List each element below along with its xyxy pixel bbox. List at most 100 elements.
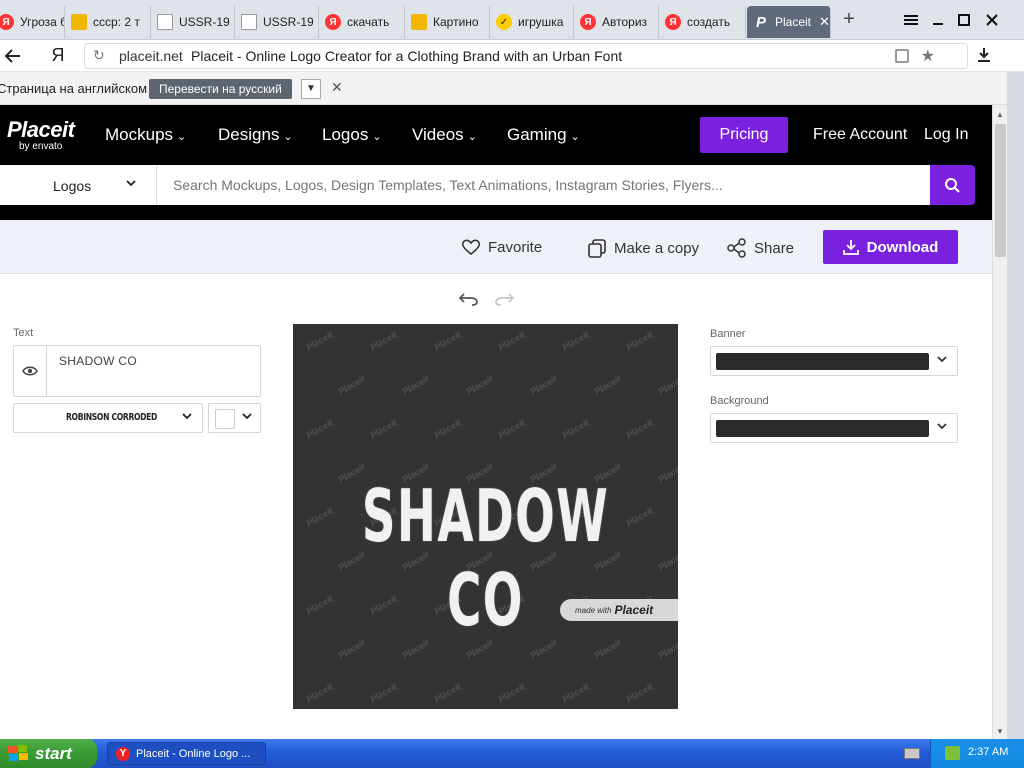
color-swatch bbox=[215, 409, 235, 429]
watermark-text: Placeit bbox=[304, 417, 335, 441]
chevron-down-icon bbox=[182, 411, 192, 423]
yandex-browser-icon: Y bbox=[116, 746, 130, 761]
browser-tab-active[interactable]: P Placeit ✕ bbox=[747, 6, 831, 38]
chevron-down-icon: ⌄ bbox=[467, 131, 477, 143]
login-link[interactable]: Log In bbox=[924, 126, 968, 144]
browser-tab-strip: Я Угроза б ссср: 2 т USSR-19 USSR-19 Я с… bbox=[0, 0, 1024, 40]
background-color-select[interactable] bbox=[710, 413, 958, 443]
browser-tab[interactable]: Я Угроза б bbox=[0, 6, 65, 38]
maximize-icon[interactable] bbox=[953, 10, 975, 30]
browser-tab[interactable]: USSR-19 bbox=[151, 6, 235, 38]
favorite-button[interactable]: Favorite bbox=[461, 238, 542, 256]
redo-icon[interactable] bbox=[494, 290, 515, 311]
scroll-up-icon[interactable]: ▲ bbox=[996, 110, 1004, 119]
address-bar[interactable]: ↻ placeit.net Placeit - Online Logo Crea… bbox=[84, 43, 968, 69]
text-color-select[interactable] bbox=[208, 403, 261, 433]
yandex-button[interactable]: Я bbox=[48, 44, 68, 66]
windows-taskbar: start Y Placeit - Online Logo ... 2:37 A… bbox=[0, 739, 1024, 768]
clock: 2:37 AM bbox=[968, 746, 1009, 758]
watermark-text: Placeit bbox=[464, 373, 495, 397]
translate-close-icon[interactable]: ✕ bbox=[331, 79, 343, 96]
watermark-text: Placeit bbox=[496, 329, 527, 353]
undo-icon[interactable] bbox=[458, 290, 479, 311]
browser-tab[interactable]: ссср: 2 т bbox=[65, 6, 151, 38]
browser-tab[interactable]: ✓ игрушка bbox=[490, 6, 574, 38]
watermark-text: Placeit bbox=[496, 681, 527, 705]
share-icon bbox=[727, 238, 747, 258]
nav-gaming[interactable]: Gaming ⌄ bbox=[507, 125, 580, 145]
watermark-text: Placeit bbox=[528, 373, 559, 397]
download-label: Download bbox=[866, 238, 939, 256]
logo-canvas[interactable]: Placeit Placeit Placeit Placeit Placeit Place… bbox=[293, 324, 678, 709]
banner-color-select[interactable] bbox=[710, 346, 958, 376]
image-icon bbox=[411, 14, 427, 30]
translate-options-dropdown[interactable]: ▼ bbox=[301, 79, 321, 99]
watermark-text: Placeit bbox=[656, 549, 678, 573]
watermark-text: Placeit bbox=[432, 417, 463, 441]
search-category-select[interactable]: Logos bbox=[0, 165, 157, 205]
browser-tab[interactable]: Картино bbox=[405, 6, 490, 38]
watermark-text: Placeit bbox=[336, 373, 367, 397]
search-icon bbox=[945, 178, 960, 193]
nav-designs[interactable]: Designs ⌄ bbox=[218, 125, 293, 145]
chevron-down-icon bbox=[126, 176, 136, 190]
download-button[interactable]: Download bbox=[823, 230, 958, 264]
heart-icon bbox=[461, 238, 481, 256]
back-arrow-icon[interactable] bbox=[2, 45, 24, 67]
close-window-icon[interactable] bbox=[981, 10, 1003, 30]
reload-icon[interactable]: ↻ bbox=[93, 47, 105, 64]
watermark-text: Placeit bbox=[592, 373, 623, 397]
browser-tab[interactable]: Я Авториз bbox=[574, 6, 659, 38]
watermark-text: Placeit bbox=[432, 329, 463, 353]
make-copy-button[interactable]: Make a copy bbox=[587, 238, 699, 258]
search-category-value: Logos bbox=[53, 178, 92, 194]
tab-label: USSR-19 bbox=[263, 15, 314, 29]
watermark-text: Placeit bbox=[304, 505, 335, 529]
search-button[interactable] bbox=[930, 165, 975, 205]
nav-label: Designs bbox=[218, 125, 280, 144]
logo-text-field[interactable]: SHADOW CO bbox=[13, 345, 261, 397]
downloads-icon[interactable] bbox=[974, 44, 994, 66]
lock-icon[interactable] bbox=[895, 49, 909, 63]
font-select[interactable]: ROBINSON CORRODED bbox=[13, 403, 203, 433]
free-account-link[interactable]: Free Account bbox=[813, 126, 907, 144]
scrollbar-thumb[interactable] bbox=[995, 124, 1006, 257]
tab-close-icon[interactable]: ✕ bbox=[819, 14, 830, 30]
search-row: Logos bbox=[0, 165, 992, 220]
nav-mockups[interactable]: Mockups ⌄ bbox=[105, 125, 186, 145]
tab-label: игрушка bbox=[518, 15, 564, 29]
text-label: Text bbox=[13, 327, 34, 339]
nav-logos[interactable]: Logos ⌄ bbox=[322, 125, 382, 145]
network-icon[interactable] bbox=[945, 746, 960, 760]
start-button[interactable]: start bbox=[0, 739, 97, 768]
taskbar-window-button[interactable]: Y Placeit - Online Logo ... bbox=[107, 742, 266, 765]
visibility-toggle[interactable] bbox=[14, 346, 47, 396]
watermark-text: Placeit bbox=[656, 637, 678, 661]
browser-tab[interactable]: USSR-19 bbox=[235, 6, 319, 38]
menu-icon[interactable] bbox=[900, 10, 922, 30]
translate-button[interactable]: Перевести на русский bbox=[149, 79, 292, 99]
document-icon bbox=[241, 14, 257, 30]
pricing-button[interactable]: Pricing bbox=[700, 117, 788, 153]
search-input[interactable] bbox=[157, 165, 930, 205]
page-scrollbar[interactable]: ▲ ▼ bbox=[992, 105, 1007, 739]
placeit-logo[interactable]: Placeit by envato bbox=[7, 117, 75, 152]
nav-videos[interactable]: Videos ⌄ bbox=[412, 125, 477, 145]
nav-label: Logos bbox=[322, 125, 369, 144]
watermark-text: Placeit bbox=[560, 681, 591, 705]
bookmark-star-icon[interactable]: ★ bbox=[921, 46, 935, 66]
browser-tab[interactable]: Я скачать bbox=[319, 6, 405, 38]
watermark-text: Placeit bbox=[368, 329, 399, 353]
logo-byline: by envato bbox=[19, 141, 63, 152]
new-tab-button[interactable]: + bbox=[838, 8, 860, 32]
tab-label: Картино bbox=[433, 15, 479, 29]
scroll-down-icon[interactable]: ▼ bbox=[996, 727, 1004, 736]
watermark-text: Placeit bbox=[368, 417, 399, 441]
yandex-icon: Я bbox=[0, 14, 14, 30]
document-icon bbox=[157, 14, 173, 30]
share-button[interactable]: Share bbox=[727, 238, 794, 258]
browser-tab[interactable]: Я создать bbox=[659, 6, 746, 38]
minimize-icon[interactable] bbox=[927, 10, 949, 30]
tab-label: ссср: 2 т bbox=[93, 15, 140, 29]
keyboard-icon[interactable] bbox=[904, 748, 920, 759]
